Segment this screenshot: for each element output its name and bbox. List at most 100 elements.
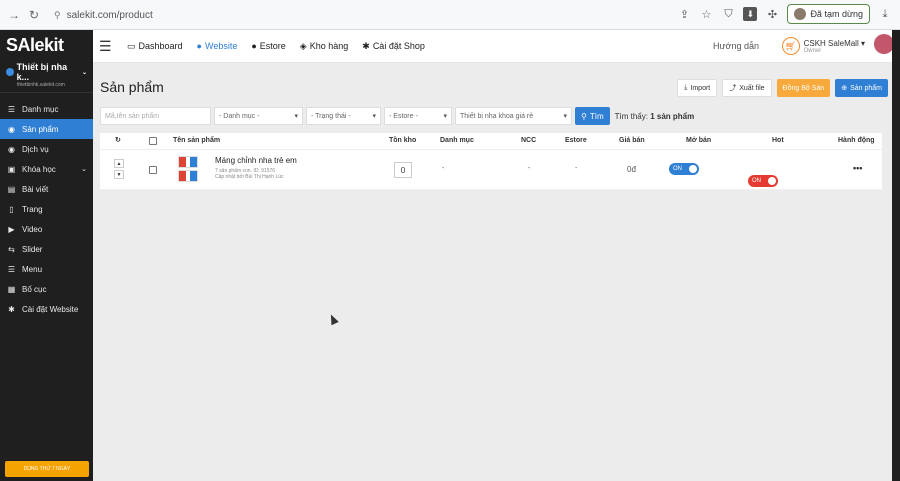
download-ext-icon[interactable]: ⬇: [743, 7, 758, 21]
sidebar-item-cai-dat-website[interactable]: ✱ Cài đặt Website: [0, 299, 93, 319]
share-icon[interactable]: ⇪: [677, 7, 691, 21]
hot-toggle-label: ON: [752, 178, 761, 184]
sidebar-item-bai-viet[interactable]: ▤ Bài viết: [0, 179, 93, 199]
sale-toggle[interactable]: ON: [669, 163, 699, 175]
sidebar-item-menu[interactable]: ☰ Menu: [0, 259, 93, 279]
export-button[interactable]: ⤴ Xuất file: [722, 79, 772, 97]
sync-label: Đồng Bộ Sàn: [782, 84, 825, 92]
sidebar-item-bo-cuc[interactable]: ▦ Bố cục: [0, 279, 93, 299]
sidebar-item-label: Cài đặt Website: [22, 304, 79, 314]
site-info-icon[interactable]: ⚲: [54, 10, 61, 21]
nav-dashboard[interactable]: ▭ Dashboard: [127, 41, 183, 52]
shop-name: Thiết bị nha k...: [16, 62, 68, 82]
article-icon: ▤: [7, 184, 16, 194]
back-icon[interactable]: →: [4, 8, 24, 22]
tag-select[interactable]: Thiết bị nha khoa giá rẻ ▾: [455, 107, 572, 125]
sidebar-item-label: Bố cục: [22, 284, 47, 294]
chevron-down-icon: ▾: [443, 113, 447, 120]
puzzle-icon[interactable]: ✣: [765, 7, 779, 21]
reload-icon[interactable]: ↻: [24, 8, 44, 22]
found-count: 1 sản phẩm: [650, 111, 695, 121]
nav-website[interactable]: ● Website: [197, 41, 238, 51]
table-row: ▲ ▼ Máng chỉnh nha trẻ em 7 sản phẩm con…: [100, 150, 882, 190]
import-label: Import: [690, 84, 711, 92]
category-value: - Danh mục -: [219, 112, 260, 120]
shop-switcher[interactable]: Thiết bị nha k... ⌄ thietbinhk.salekit.c…: [0, 60, 93, 93]
globe-icon: ●: [196, 41, 202, 51]
hamburger-icon[interactable]: ☰: [99, 38, 113, 55]
nav-cai-dat-shop[interactable]: ✱ Cài đặt Shop: [362, 41, 425, 52]
row-checkbox[interactable]: [149, 166, 157, 174]
category-select[interactable]: - Danh mục - ▾: [214, 107, 303, 125]
product-thumbnail[interactable]: [178, 156, 198, 184]
course-icon: ▣: [7, 164, 16, 174]
row-price: 0đ: [627, 165, 636, 174]
export-label: Xuất file: [739, 84, 765, 92]
url-bar[interactable]: ⚲ salekit.com/product: [48, 5, 698, 25]
menu-icon: ☰: [7, 264, 16, 274]
add-label: Sản phẩm: [850, 84, 882, 92]
stock-input[interactable]: 0: [394, 162, 412, 178]
import-button[interactable]: ⤓ Import: [677, 79, 718, 97]
refresh-icon[interactable]: ↻: [115, 136, 121, 144]
globe-icon: ●: [251, 41, 257, 51]
shield-icon[interactable]: ⛉: [721, 7, 735, 21]
downloads-icon[interactable]: ⤓: [878, 7, 892, 21]
sidebar-item-san-pham[interactable]: ◉ Sản phẩm: [0, 119, 93, 139]
user-role: Owner: [803, 47, 822, 54]
estore-select[interactable]: - Estore - ▾: [384, 107, 452, 125]
status-select[interactable]: - Trạng thái - ▾: [306, 107, 381, 125]
sidebar-item-dich-vu[interactable]: ◉ Dịch vụ: [0, 139, 93, 159]
select-all-checkbox[interactable]: [149, 137, 157, 145]
sidebar-item-danh-muc[interactable]: ☰ Danh mục: [0, 99, 93, 119]
trial-button[interactable]: DÙNG THỬ 7 NGÀY: [5, 461, 89, 477]
guide-link[interactable]: Hướng dẫn: [713, 41, 759, 51]
caret-down-icon: ▾: [860, 38, 865, 48]
product-name-link[interactable]: Máng chỉnh nha trẻ em: [215, 156, 297, 165]
sync-button[interactable]: Đồng Bộ Sàn: [776, 79, 831, 97]
paused-label: Đã tạm dừng: [810, 9, 863, 19]
col-sale: Mở bán: [686, 137, 712, 144]
export-icon: ⤴: [729, 85, 737, 92]
star-icon[interactable]: ☆: [699, 7, 713, 21]
move-down-button[interactable]: ▼: [114, 170, 124, 179]
cart-icon: 🛒︎: [781, 37, 800, 55]
page-scrollbar[interactable]: [892, 30, 900, 481]
sidebar-item-label: Khóa học: [22, 164, 56, 174]
col-ncc: NCC: [521, 137, 537, 144]
main-content: Sản phẩm ⤓ Import ⤴ Xuất file Đồng Bộ Sà…: [93, 63, 892, 481]
row-category: -: [442, 165, 445, 172]
gear-icon: ✱: [362, 40, 370, 51]
sidebar: SAlekit Thiết bị nha k... ⌄ thietbinhk.s…: [0, 30, 93, 481]
top-nav: ☰ ▭ Dashboard ● Website ● Estore ◈ Kho h…: [93, 30, 900, 63]
add-product-button[interactable]: ⊕ Sản phẩm: [835, 79, 888, 97]
avatar[interactable]: [874, 34, 894, 54]
chevron-down-icon: ⌄: [81, 166, 87, 173]
profile-paused-button[interactable]: Đã tạm dừng: [787, 4, 870, 24]
sidebar-item-khoa-hoc[interactable]: ▣ Khóa học ⌄: [0, 159, 93, 179]
sidebar-item-label: Bài viết: [22, 184, 49, 194]
sidebar-item-video[interactable]: ▶ Video: [0, 219, 93, 239]
search-input[interactable]: Mã,tên sản phẩm: [100, 107, 211, 125]
sidebar-item-label: Video: [22, 224, 43, 234]
row-estore: -: [575, 165, 578, 172]
sidebar-item-slider[interactable]: ⇆ Slider: [0, 239, 93, 259]
estore-value: - Estore -: [389, 112, 418, 120]
sidebar-item-label: Sản phẩm: [22, 124, 59, 134]
move-up-button[interactable]: ▲: [114, 159, 124, 168]
nav-estore[interactable]: ● Estore: [251, 41, 285, 51]
page-title: Sản phẩm: [100, 79, 164, 95]
row-actions-button[interactable]: •••: [853, 163, 862, 173]
nav-label: Website: [204, 41, 238, 51]
plus-icon: ⊕: [841, 85, 848, 92]
search-button[interactable]: ⚲ Tìm: [575, 107, 610, 125]
logo[interactable]: SAlekit: [0, 30, 93, 60]
nav-kho-hang[interactable]: ◈ Kho hàng: [300, 41, 348, 52]
user-menu[interactable]: 🛒︎ CSKH SaleMall ▾ Owner: [781, 37, 865, 55]
url-text: salekit.com/product: [66, 9, 153, 21]
sidebar-item-label: Slider: [22, 244, 43, 254]
hot-toggle[interactable]: ON: [748, 175, 778, 187]
product-icon: ◉: [8, 124, 15, 134]
col-stock: Tồn kho: [389, 137, 417, 144]
sidebar-item-trang[interactable]: ▯ Trang: [0, 199, 93, 219]
